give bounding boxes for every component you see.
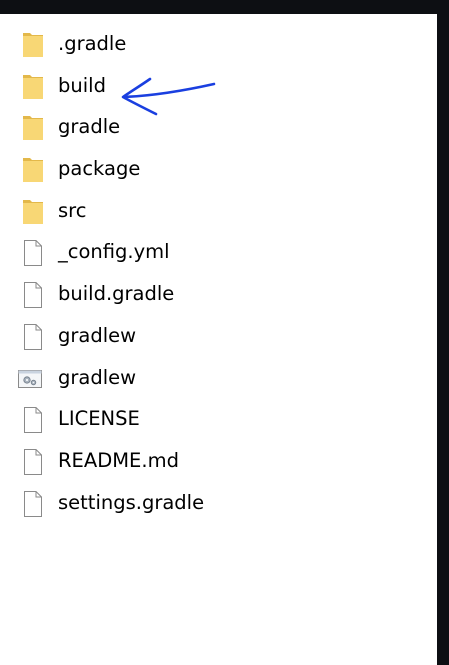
file-name: build.gradle: [58, 282, 175, 306]
file-name: settings.gradle: [58, 490, 205, 514]
file-icon: [20, 489, 46, 519]
file-list: .gradle build gradle package src _config…: [0, 27, 300, 527]
folder-icon: [20, 72, 46, 102]
file-item-build-gradle[interactable]: build.gradle: [0, 277, 300, 319]
folder-item-src[interactable]: src: [0, 194, 300, 236]
folder-item-dot-gradle[interactable]: .gradle: [0, 27, 300, 69]
file-name: gradlew: [58, 323, 137, 347]
folder-icon: [20, 30, 46, 60]
file-icon: [20, 238, 46, 268]
file-icon: [20, 322, 46, 352]
folder-item-build[interactable]: build: [0, 69, 300, 111]
folder-icon: [20, 197, 46, 227]
file-name: src: [58, 198, 87, 222]
file-name: .gradle: [58, 32, 127, 55]
file-name: gradlew: [58, 365, 137, 389]
batch-file-icon: [18, 364, 46, 394]
file-item-gradlew-bat[interactable]: gradlew: [0, 361, 300, 403]
file-item-readme-md[interactable]: README.md: [0, 444, 300, 486]
file-icon: [20, 405, 46, 435]
file-name: package: [58, 157, 141, 181]
folder-item-gradle[interactable]: gradle: [0, 110, 300, 152]
file-item-license[interactable]: LICENSE: [0, 402, 300, 444]
folder-icon: [20, 113, 46, 143]
file-name: LICENSE: [58, 407, 140, 431]
file-icon: [20, 280, 46, 310]
folder-icon: [20, 155, 46, 185]
file-item-settings-gradle[interactable]: settings.gradle: [0, 486, 300, 528]
file-name: README.md: [58, 448, 179, 472]
file-name: gradle: [58, 115, 121, 139]
file-item-config-yml[interactable]: _config.yml: [0, 235, 300, 277]
file-icon: [20, 447, 46, 477]
file-item-gradlew[interactable]: gradlew: [0, 319, 300, 361]
file-explorer-window: .gradle build gradle package src _config…: [0, 14, 437, 665]
folder-item-package[interactable]: package: [0, 152, 300, 194]
file-name: _config.yml: [58, 240, 170, 264]
file-name: build: [58, 73, 106, 97]
